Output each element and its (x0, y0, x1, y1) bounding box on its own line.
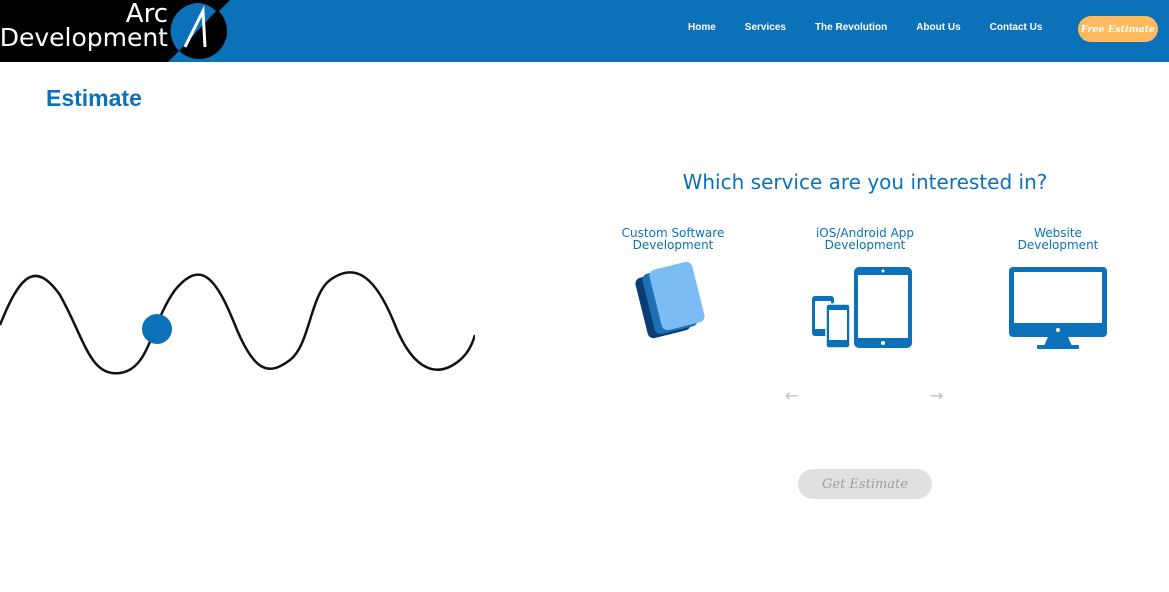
service-option-custom-software[interactable]: Custom Software Development (603, 227, 743, 349)
tab-contact-us[interactable]: Contact Us (990, 22, 1043, 33)
arrow-forward-icon[interactable]: → (930, 386, 943, 405)
loading-wave-animation (0, 271, 475, 375)
tab-about-us[interactable]: About Us (916, 22, 960, 33)
service-label-custom-software: Custom Software Development (621, 226, 725, 252)
nav-tabs: Home Services The Revolution About Us Co… (680, 22, 1071, 33)
arrow-back-icon[interactable]: ← (785, 386, 798, 405)
free-estimate-button[interactable]: Free Estimate (1078, 16, 1158, 42)
arc-logo-icon (168, 0, 230, 62)
service-label-website: Website Development (1017, 226, 1099, 252)
service-question: Which service are you interested in? (682, 170, 1048, 194)
logo-line-2: Development (0, 23, 168, 52)
service-option-mobile-app[interactable]: iOS/Android App Development (795, 227, 935, 349)
mobile-devices-icon (812, 267, 912, 349)
software-icon (635, 261, 705, 339)
desktop-icon (1009, 267, 1107, 349)
logo[interactable]: Arc Development (0, 0, 230, 62)
tab-home[interactable]: Home (688, 22, 716, 33)
tab-services[interactable]: Services (745, 22, 786, 33)
service-option-website[interactable]: Website Development (988, 227, 1128, 349)
tab-the-revolution[interactable]: The Revolution (815, 22, 887, 33)
service-label-mobile-app: iOS/Android App Development (815, 226, 915, 252)
app-bar: Arc Development Home Services The Revolu… (0, 0, 1169, 62)
get-estimate-button[interactable]: Get Estimate (798, 469, 932, 499)
wave-dot (142, 314, 172, 344)
page-title: Estimate (46, 85, 142, 111)
logo-text: Arc Development (0, 1, 168, 52)
